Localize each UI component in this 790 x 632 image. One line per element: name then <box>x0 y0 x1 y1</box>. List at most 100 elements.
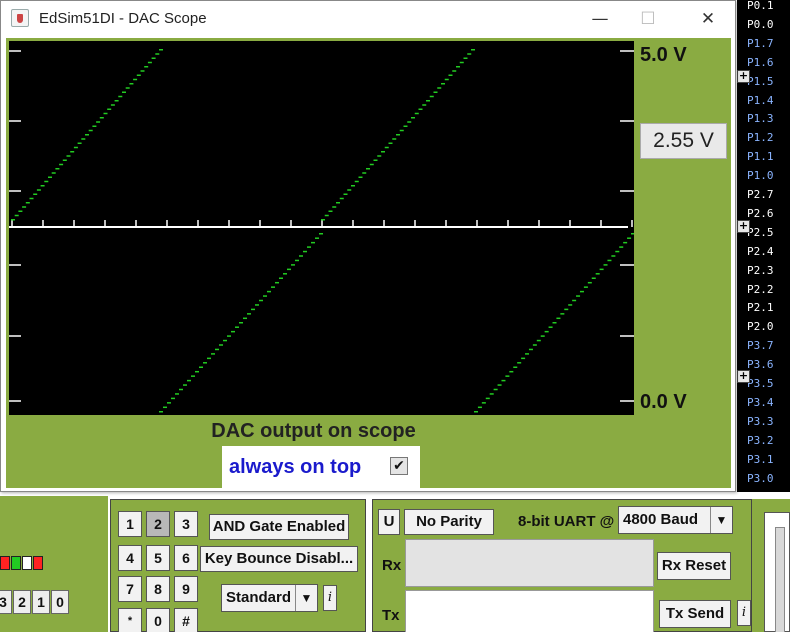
minimize-button[interactable]: — <box>585 7 615 31</box>
trace-sample <box>271 286 275 288</box>
trace-sample <box>44 180 49 183</box>
trace-sample <box>407 121 412 123</box>
key-star[interactable]: * <box>118 608 142 632</box>
trace-sample <box>70 151 75 153</box>
trace-sample <box>414 112 419 115</box>
trace-sample <box>509 370 514 373</box>
key-7[interactable]: 7 <box>118 576 142 602</box>
trace-sample <box>528 348 533 351</box>
trace-sample <box>544 330 549 333</box>
trace-sample <box>388 142 393 144</box>
trace-sample <box>339 197 344 200</box>
key-2[interactable]: 2 <box>146 511 170 537</box>
trace-sample <box>140 70 145 72</box>
trace-sample <box>521 357 526 360</box>
trace-sample <box>540 335 545 337</box>
expand-button[interactable]: + <box>737 220 750 233</box>
port-panel: 3 2 1 0 <box>0 496 108 632</box>
trace-sample <box>631 233 634 235</box>
trace-sample <box>48 176 52 178</box>
trace-sample <box>11 219 15 221</box>
scrollbar-thumb[interactable] <box>775 527 785 632</box>
trace-sample <box>88 129 93 132</box>
trace-sample <box>247 313 251 315</box>
trace-sample <box>627 237 632 239</box>
trace-sample <box>354 180 359 183</box>
baud-value: 4800 Baud <box>623 511 699 528</box>
tx-field[interactable] <box>405 590 654 632</box>
trace-sample <box>207 357 211 360</box>
trace-sample <box>463 57 468 59</box>
keypad-info-button[interactable]: i <box>323 585 337 611</box>
key-6[interactable]: 6 <box>174 545 198 571</box>
trace-sample <box>552 322 557 324</box>
rx-field[interactable] <box>405 539 654 587</box>
led-indicator <box>0 556 10 570</box>
trace-sample <box>295 259 299 262</box>
bit-button-0[interactable]: 0 <box>51 590 69 614</box>
trace-sample <box>235 326 239 328</box>
key-bounce-button[interactable]: Key Bounce Disabl... <box>200 546 358 572</box>
trace-sample <box>96 121 101 123</box>
key-8[interactable]: 8 <box>146 576 170 602</box>
expand-button[interactable]: + <box>737 370 750 383</box>
expand-button[interactable]: + <box>737 70 750 83</box>
trace-sample <box>133 78 138 81</box>
bit-button-3[interactable]: 3 <box>0 590 12 614</box>
trace-sample <box>227 335 231 337</box>
trace-sample <box>411 117 415 119</box>
trace-sample <box>587 281 592 284</box>
baud-select[interactable]: 4800 Baud ▼ <box>618 506 733 534</box>
title-bar[interactable]: EdSim51DI - DAC Scope — ☐ ✕ <box>1 1 735 37</box>
trace-sample <box>303 250 307 253</box>
key-0[interactable]: 0 <box>146 608 170 632</box>
trace-sample <box>122 91 126 93</box>
key-hash[interactable]: # <box>174 608 198 632</box>
always-on-top-checkbox[interactable]: ✔ <box>390 457 408 475</box>
pin-label: P3.5 <box>747 377 774 390</box>
trace-sample <box>477 406 482 409</box>
pin-label: P1.5 <box>747 74 774 88</box>
bit-button-1[interactable]: 1 <box>32 590 50 614</box>
led-indicator <box>33 556 43 570</box>
uart-panel: U No Parity 8-bit UART @ 4800 Baud ▼ Rx … <box>372 499 752 632</box>
scope-body: 5.0 V 2.55 V 0.0 V DAC output on scope a… <box>6 38 731 488</box>
bit-button-2[interactable]: 2 <box>13 590 31 614</box>
trace-sample <box>81 138 86 140</box>
led-indicator <box>22 556 32 570</box>
trace-sample <box>311 241 315 244</box>
and-gate-button[interactable]: AND Gate Enabled <box>209 514 349 540</box>
trace-sample <box>175 393 179 395</box>
tx-send-button[interactable]: Tx Send <box>659 600 731 628</box>
pin-label: P3.0 <box>747 471 774 485</box>
keypad-mode-select[interactable]: Standard ▼ <box>221 584 318 612</box>
key-5[interactable]: 5 <box>146 545 170 571</box>
trace-sample <box>459 61 464 64</box>
uart-info-button[interactable]: i <box>737 600 751 626</box>
trace-sample <box>591 277 596 279</box>
trace-sample <box>279 277 283 279</box>
rx-label: Rx <box>382 557 402 574</box>
key-1[interactable]: 1 <box>118 511 142 537</box>
key-9[interactable]: 9 <box>174 576 198 602</box>
trace-sample <box>456 66 460 68</box>
trace-sample <box>40 185 45 187</box>
trace-sample <box>493 388 498 391</box>
trace-sample <box>107 108 112 110</box>
scrollbar[interactable] <box>764 512 790 632</box>
trace-sample <box>343 193 348 195</box>
close-button[interactable]: ✕ <box>693 7 723 31</box>
trace-sample <box>114 100 119 102</box>
key-3[interactable]: 3 <box>174 511 198 537</box>
min-voltage-label: 0.0 V <box>640 391 687 413</box>
trace-sample <box>151 57 156 59</box>
trace-sample <box>299 255 303 257</box>
key-4[interactable]: 4 <box>118 545 142 571</box>
rx-reset-button[interactable]: Rx Reset <box>657 552 731 580</box>
uart-u-button[interactable]: U <box>378 509 400 535</box>
trace-sample <box>471 49 475 51</box>
parity-button[interactable]: No Parity <box>404 509 494 535</box>
trace-sample <box>505 375 510 377</box>
always-on-top-control[interactable]: always on top ✔ <box>222 446 420 488</box>
trace-sample <box>231 330 235 333</box>
